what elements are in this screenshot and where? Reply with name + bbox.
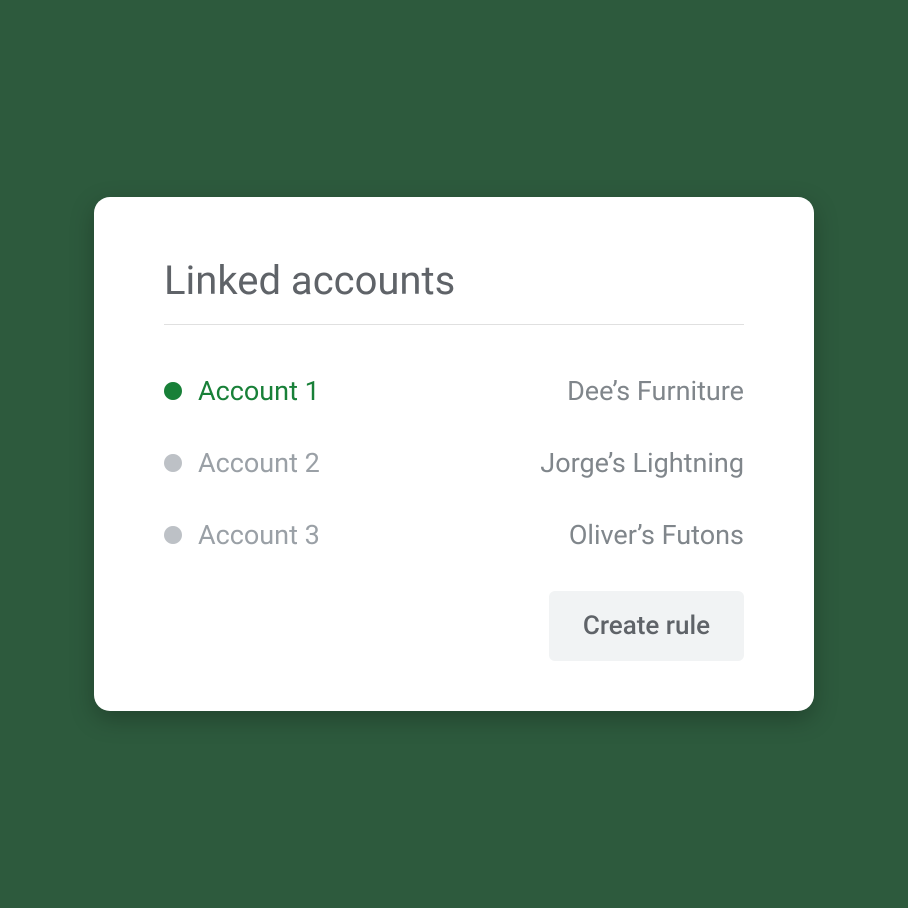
account-left: Account 1: [164, 375, 320, 407]
status-dot-icon: [164, 454, 182, 472]
account-name: Dee’s Furniture: [567, 375, 744, 407]
card-title: Linked accounts: [164, 257, 744, 304]
account-row[interactable]: Account 3 Oliver’s Futons: [164, 519, 744, 551]
account-label: Account 3: [198, 519, 320, 551]
account-row[interactable]: Account 2 Jorge’s Lightning: [164, 447, 744, 479]
account-list: Account 1 Dee’s Furniture Account 2 Jorg…: [164, 375, 744, 551]
divider: [164, 324, 744, 325]
account-left: Account 3: [164, 519, 320, 551]
status-dot-icon: [164, 382, 182, 400]
button-row: Create rule: [164, 591, 744, 661]
account-name: Jorge’s Lightning: [540, 447, 744, 479]
account-label: Account 2: [198, 447, 320, 479]
account-name: Oliver’s Futons: [569, 519, 744, 551]
status-dot-icon: [164, 526, 182, 544]
account-left: Account 2: [164, 447, 320, 479]
account-label: Account 1: [198, 375, 320, 407]
create-rule-button[interactable]: Create rule: [549, 591, 744, 661]
account-row[interactable]: Account 1 Dee’s Furniture: [164, 375, 744, 407]
linked-accounts-card: Linked accounts Account 1 Dee’s Furnitur…: [94, 197, 814, 711]
